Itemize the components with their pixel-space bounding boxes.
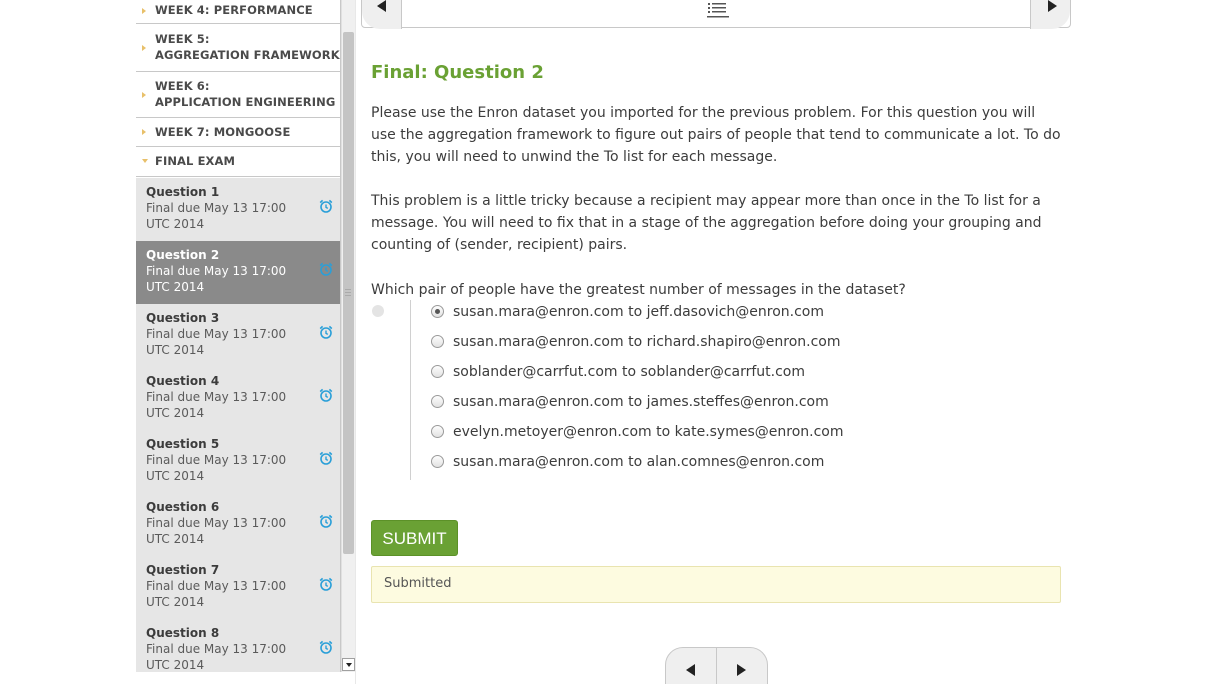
course-sidebar: WEEK 4: PERFORMANCE WEEK 5: AGGREGATION … (136, 0, 340, 672)
chevron-right-icon (1048, 0, 1057, 12)
question-due: Final due May 13 17:00 UTC 2014 (146, 516, 287, 546)
choice-label[interactable]: soblander@carrfut.com to soblander@carrf… (453, 361, 805, 383)
choices-divider (410, 300, 411, 480)
content-divider (355, 0, 356, 684)
question-title: Question 7 (146, 563, 220, 577)
question-prompt: Which pair of people have the greatest n… (371, 282, 906, 298)
radio-button[interactable] (431, 455, 444, 468)
choice-label[interactable]: evelyn.metoyer@enron.com to kate.symes@e… (453, 421, 844, 443)
question-due: Final due May 13 17:00 UTC 2014 (146, 579, 287, 609)
chevron-left-icon (377, 0, 386, 12)
choice-label[interactable]: susan.mara@enron.com to james.steffes@en… (453, 391, 829, 413)
triangle-down-icon (142, 159, 148, 163)
next-button[interactable] (1030, 0, 1070, 29)
bottom-sequence-nav (665, 647, 768, 684)
question-title: Question 3 (146, 311, 220, 325)
radio-button[interactable] (431, 335, 444, 348)
submission-status: Submitted (371, 566, 1061, 603)
choice-label[interactable]: susan.mara@enron.com to jeff.dasovich@en… (453, 301, 824, 323)
chapter-label: WEEK 4: PERFORMANCE (155, 3, 313, 17)
bottom-next-button[interactable] (717, 648, 767, 684)
alarm-clock-icon (319, 640, 333, 654)
chapter-label: WEEK 5: (155, 32, 210, 46)
sidebar-item-question-5[interactable]: Question 5 Final due May 13 17:00 UTC 20… (136, 430, 340, 493)
submission-status-text: Submitted (384, 576, 452, 591)
sequence-nav (361, 0, 1071, 29)
sidebar-item-question-1[interactable]: Question 1 Final due May 13 17:00 UTC 20… (136, 178, 340, 241)
question-due: Final due May 13 17:00 UTC 2014 (146, 390, 287, 420)
problem-paragraph-2: This problem is a little tricky because … (371, 193, 1042, 253)
choice-label[interactable]: susan.mara@enron.com to richard.shapiro@… (453, 331, 841, 353)
scroll-down-arrow-icon[interactable] (342, 658, 355, 671)
question-title: Question 1 (146, 185, 220, 199)
question-title: Question 2 (146, 248, 220, 262)
chapter-final-exam[interactable]: FINAL EXAM (136, 147, 340, 177)
chevron-right-icon (737, 664, 746, 676)
chapter-label: WEEK 7: MONGOOSE (155, 125, 291, 139)
triangle-right-icon (142, 8, 146, 14)
chapter-label: AGGREGATION FRAMEWORK (155, 48, 340, 62)
radio-button[interactable] (431, 425, 444, 438)
alarm-clock-icon (319, 451, 333, 465)
chapter-week-7[interactable]: WEEK 7: MONGOOSE (136, 118, 340, 147)
chapter-week-4[interactable]: WEEK 4: PERFORMANCE (136, 0, 340, 24)
sidebar-item-question-2[interactable]: Question 2 Final due May 13 17:00 UTC 20… (136, 241, 340, 304)
chapter-label: FINAL EXAM (155, 154, 236, 168)
problem-paragraph-1: Please use the Enron dataset you importe… (371, 105, 1061, 165)
question-due: Final due May 13 17:00 UTC 2014 (146, 201, 287, 231)
sidebar-item-question-8[interactable]: Question 8 Final due May 13 17:00 UTC 20… (136, 619, 340, 672)
chapter-week-6[interactable]: WEEK 6: APPLICATION ENGINEERING (136, 72, 340, 118)
question-title: Question 6 (146, 500, 220, 514)
alarm-clock-icon (319, 262, 333, 276)
chevron-left-icon (686, 664, 695, 676)
alarm-clock-icon (319, 325, 333, 339)
sidebar-item-question-4[interactable]: Question 4 Final due May 13 17:00 UTC 20… (136, 367, 340, 430)
radio-button[interactable] (431, 365, 444, 378)
question-title: Question 4 (146, 374, 220, 388)
triangle-right-icon (142, 92, 146, 98)
submit-button[interactable]: SUBMIT (371, 520, 458, 556)
previous-button[interactable] (362, 0, 402, 29)
problem-title: Final: Question 2 (371, 62, 544, 83)
chapter-label: APPLICATION ENGINEERING (155, 95, 336, 109)
question-due: Final due May 13 17:00 UTC 2014 (146, 327, 287, 357)
alarm-clock-icon (319, 388, 333, 402)
sidebar-item-question-3[interactable]: Question 3 Final due May 13 17:00 UTC 20… (136, 304, 340, 367)
question-title: Question 5 (146, 437, 220, 451)
bottom-previous-button[interactable] (666, 648, 717, 684)
alarm-clock-icon (319, 577, 333, 591)
alarm-clock-icon (319, 199, 333, 213)
answer-status-indicator (372, 305, 384, 317)
sidebar-item-question-6[interactable]: Question 6 Final due May 13 17:00 UTC 20… (136, 493, 340, 556)
question-due: Final due May 13 17:00 UTC 2014 (146, 642, 287, 672)
chapter-week-5[interactable]: WEEK 5: AGGREGATION FRAMEWORK (136, 24, 340, 72)
question-title: Question 8 (146, 626, 220, 640)
radio-button[interactable] (431, 395, 444, 408)
triangle-right-icon (142, 129, 146, 135)
question-due: Final due May 13 17:00 UTC 2014 (146, 453, 287, 483)
triangle-right-icon (142, 45, 146, 51)
chapter-label: WEEK 6: (155, 79, 210, 93)
resize-grip-icon[interactable] (345, 289, 351, 298)
list-icon[interactable] (706, 1, 730, 19)
sidebar-item-question-7[interactable]: Question 7 Final due May 13 17:00 UTC 20… (136, 556, 340, 619)
question-due: Final due May 13 17:00 UTC 2014 (146, 264, 287, 294)
choice-label[interactable]: susan.mara@enron.com to alan.comnes@enro… (453, 451, 824, 473)
radio-button[interactable] (431, 305, 444, 318)
alarm-clock-icon (319, 514, 333, 528)
sidebar-scrollbar[interactable] (341, 0, 355, 672)
